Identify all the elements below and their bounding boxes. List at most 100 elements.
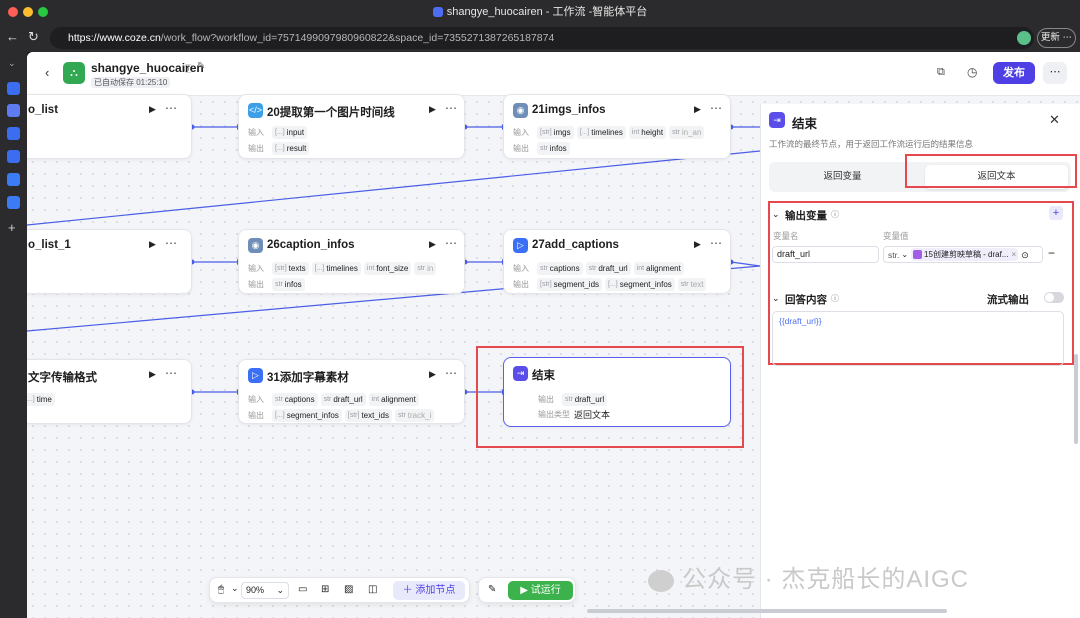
update-button[interactable]: 更新 ⋯ — [1037, 28, 1076, 48]
node-27[interactable]: ▷ 27add_captions ▶ ⋯ 输入 str captions str dra… — [503, 229, 731, 294]
node-20[interactable]: </> 20提取第一个图片时间线 ▶ ⋯ 输入 [...] input 输出 [...… — [238, 94, 465, 159]
mouse-icon[interactable]: 🖱 — [218, 584, 224, 595]
app-icon[interactable] — [7, 104, 20, 117]
reference-tag[interactable]: 15创建剪映草稿 - draf... × — [911, 248, 1019, 261]
history-icon[interactable]: ◷ — [967, 65, 977, 79]
video-icon: ▷ — [513, 238, 528, 253]
chart-icon[interactable] — [7, 173, 20, 186]
watermark: 公众号 · 杰克船长的AIGC — [648, 559, 969, 594]
minimize-window-button[interactable] — [23, 7, 33, 17]
code-icon: </> — [248, 103, 263, 118]
play-icon[interactable]: ▶ — [149, 104, 156, 115]
chevron-down-icon[interactable]: ⌄ — [8, 58, 16, 69]
browser-toolbar: ← ↻ https://www.coze.cn/work_flow?workfl… — [0, 24, 1080, 52]
node-o-list-1[interactable]: o_list_1 ▶ ⋯ — [27, 229, 192, 294]
minimap-icon[interactable]: ◫ — [368, 584, 377, 595]
chevron-down-icon[interactable]: ⌄ — [901, 248, 908, 262]
more-icon[interactable]: ⋯ — [710, 101, 723, 115]
coze-icon — [432, 7, 443, 18]
close-window-button[interactable] — [8, 7, 18, 17]
info-icon: ⓘ — [831, 210, 839, 219]
more-button[interactable]: ⋯ — [1043, 62, 1067, 84]
chevron-down-icon[interactable]: ⌄ — [772, 293, 780, 304]
node-inputs: 输入 str captions str draft_url int alignment — [513, 262, 725, 275]
answer-content-editor[interactable]: {{draft_url}} — [772, 311, 1064, 366]
back-arrow-icon[interactable]: ← — [6, 29, 19, 44]
panel-description: 工作流的最终节点，用于返回工作流运行后的结果信息 — [769, 139, 974, 149]
copy-icon[interactable]: ⧉ — [937, 66, 945, 79]
publish-button[interactable]: 发布 — [993, 62, 1035, 84]
url-path: /work_flow?workflow_id=75714990979809608… — [160, 32, 555, 44]
wechat-icon — [648, 569, 674, 592]
play-icon[interactable]: ▶ — [149, 369, 156, 380]
node-title: 结束 — [532, 370, 555, 382]
avatar[interactable] — [1017, 31, 1031, 45]
stream-output-toggle[interactable] — [1044, 292, 1064, 303]
node-config-panel: ⇥ 结束 ✕ 工作流的最终节点，用于返回工作流运行后的结果信息 返回变量 返回文… — [760, 104, 1080, 618]
play-icon[interactable]: ▶ — [149, 239, 156, 250]
chevron-down-icon[interactable]: ⌄ — [231, 583, 239, 594]
chart-icon[interactable] — [7, 196, 20, 209]
app-icon[interactable] — [7, 82, 20, 95]
chevron-down-icon[interactable]: ⌄ — [772, 209, 780, 220]
add-icon[interactable]: + — [8, 220, 16, 235]
play-icon[interactable]: ▶ — [429, 369, 436, 380]
panel-scrollbar[interactable] — [1074, 354, 1078, 444]
address-bar[interactable]: https://www.coze.cn/work_flow?workflow_i… — [50, 27, 1034, 49]
app-icon[interactable] — [7, 150, 20, 163]
exit-icon: ⇥ — [513, 366, 528, 381]
more-icon[interactable]: ⋯ — [710, 236, 723, 250]
play-icon[interactable]: ▶ — [694, 104, 701, 115]
col-name-header: 变量名 — [773, 231, 799, 241]
node-inputs: 输入 [...] input — [248, 126, 310, 139]
tab-return-variable[interactable]: 返回变量 — [773, 165, 912, 189]
node-outputs: [...]time — [27, 393, 58, 406]
settings-icon[interactable]: ⊙ — [1021, 248, 1029, 262]
node-o-list[interactable]: o_list ▶ ⋯ — [27, 94, 192, 159]
add-node-button[interactable]: ＋ 添加节点 — [393, 581, 465, 600]
play-icon[interactable]: ▶ — [429, 239, 436, 250]
node-outputs: 输出 [...] result — [248, 142, 312, 155]
layout-icon[interactable]: ⊞ — [321, 584, 329, 595]
play-icon[interactable]: ▶ — [429, 104, 436, 115]
node-title: 27add_captions — [532, 239, 619, 251]
plugin-icon: ◉ — [248, 238, 263, 253]
wrench-icon[interactable]: ✎ — [488, 584, 496, 595]
autosave-status: 已自动保存 01:25:10 — [91, 77, 171, 88]
edit-icon[interactable]: ✎ — [197, 61, 205, 72]
info-icon[interactable]: ⓘ — [184, 62, 193, 75]
node-end[interactable]: ⇥ 结束 输出 str draft_url 输出类型 返回文本 — [503, 357, 731, 427]
add-variable-button[interactable]: + — [1049, 206, 1063, 220]
comment-icon[interactable]: ▭ — [298, 584, 307, 595]
answer-section-title: 回答内容 — [785, 294, 827, 306]
back-icon[interactable]: ‹ — [45, 65, 49, 80]
url-host: https://www.coze.cn — [68, 32, 161, 44]
variable-value-field[interactable]: str. ⌄ 15创建剪映草稿 - draf... × ⊙ — [883, 246, 1043, 263]
test-run-button[interactable]: ▶ 试运行 — [508, 581, 573, 600]
more-icon[interactable]: ⋯ — [445, 101, 458, 115]
app-icon[interactable] — [7, 127, 20, 140]
close-icon[interactable]: ✕ — [1049, 112, 1060, 128]
variable-type[interactable]: str. — [888, 248, 899, 262]
canvas-scrollbar[interactable] — [587, 609, 947, 613]
output-section-title: 输出变量 — [785, 210, 827, 222]
more-icon[interactable]: ⋯ — [165, 236, 178, 250]
node-31[interactable]: ▷ 31添加字幕素材 ▶ ⋯ 输入 str captions str draft_url… — [238, 359, 465, 424]
more-icon[interactable]: ⋯ — [445, 236, 458, 250]
more-icon[interactable]: ⋯ — [165, 101, 178, 115]
node-26[interactable]: ◉ 26caption_infos ▶ ⋯ 输入 [str] texts [...] t… — [238, 229, 465, 294]
zoom-select[interactable]: 90% ⌄ — [241, 582, 289, 599]
reload-icon[interactable]: ↻ — [28, 29, 39, 45]
zoom-window-button[interactable] — [38, 7, 48, 17]
play-icon[interactable]: ▶ — [694, 239, 701, 250]
remove-variable-icon[interactable]: − — [1048, 246, 1055, 260]
more-icon[interactable]: ⋯ — [445, 366, 458, 380]
image-icon[interactable]: ▨ — [344, 584, 353, 595]
variable-name-input[interactable]: draft_url — [772, 246, 879, 263]
node-21[interactable]: ◉ 21imgs_infos ▶ ⋯ 输入 [str] imgs [...] timel… — [503, 94, 731, 159]
node-outputs: 输出 [...] segment_infos [str] text_ids str trac… — [248, 409, 459, 422]
node-text-format[interactable]: 文字传输格式 ▶ ⋯ [...]time — [27, 359, 192, 424]
workflow-header: ‹ ⛬ shangye_huocairen ⓘ ✎ 已自动保存 01:25:10… — [27, 52, 1080, 96]
panel-title: 结束 — [792, 117, 818, 131]
more-icon[interactable]: ⋯ — [165, 366, 178, 380]
